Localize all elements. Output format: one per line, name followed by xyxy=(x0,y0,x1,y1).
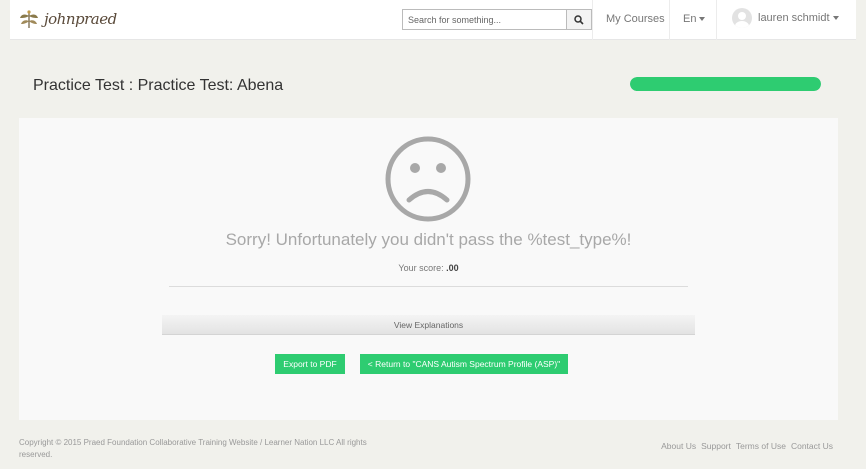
nav-divider xyxy=(669,0,670,40)
view-explanations-button[interactable]: View Explanations xyxy=(162,315,695,335)
language-dropdown[interactable]: En xyxy=(683,13,706,25)
progress-bar-fill xyxy=(630,77,821,91)
search-button[interactable] xyxy=(566,9,592,30)
score-value: .00 xyxy=(446,263,459,273)
score-label: Your score: xyxy=(398,263,447,273)
fail-message: Sorry! Unfortunately you didn't pass the… xyxy=(225,230,632,249)
caret-down-icon xyxy=(699,17,706,22)
top-navbar: johnpraed My Courses En lauren schmidt xyxy=(10,0,856,40)
search-icon xyxy=(574,14,584,25)
nav-divider xyxy=(716,0,717,40)
footer-link-about[interactable]: About Us xyxy=(661,441,696,451)
score-line: Your score: .00 xyxy=(19,263,838,273)
return-to-course-button[interactable]: < Return to "CANS Autism Spectrum Profil… xyxy=(360,354,568,374)
language-label: En xyxy=(683,13,697,25)
nav-my-courses[interactable]: My Courses xyxy=(606,13,665,25)
logo-wordmark: johnpraed xyxy=(44,10,117,28)
result-panel: Sorry! Unfortunately you didn't pass the… xyxy=(19,118,838,420)
footer-link-contact[interactable]: Contact Us xyxy=(791,441,833,451)
nav-divider xyxy=(592,0,593,40)
avatar xyxy=(732,8,752,28)
user-avatar-icon xyxy=(735,12,749,28)
page-title: Practice Test : Practice Test: Abena xyxy=(33,77,284,94)
footer-copyright: Copyright © 2015 Praed Foundation Collab… xyxy=(19,438,367,459)
caret-down-icon xyxy=(832,16,839,20)
divider xyxy=(169,286,688,287)
search-input[interactable] xyxy=(402,9,566,30)
footer-link-support[interactable]: Support xyxy=(701,441,731,451)
footer-links: About Us Support Terms of Use Contact Us xyxy=(661,441,833,451)
sad-face-icon xyxy=(385,136,471,222)
site-logo[interactable]: johnpraed xyxy=(18,6,128,32)
user-menu[interactable]: lauren schmidt xyxy=(732,8,839,28)
footer-link-terms[interactable]: Terms of Use xyxy=(736,441,786,451)
leaf-logo-icon xyxy=(20,10,38,29)
progress-bar xyxy=(630,77,821,91)
export-pdf-button[interactable]: Export to PDF xyxy=(275,354,345,374)
search-form xyxy=(402,9,592,30)
user-name: lauren schmidt xyxy=(758,12,830,24)
